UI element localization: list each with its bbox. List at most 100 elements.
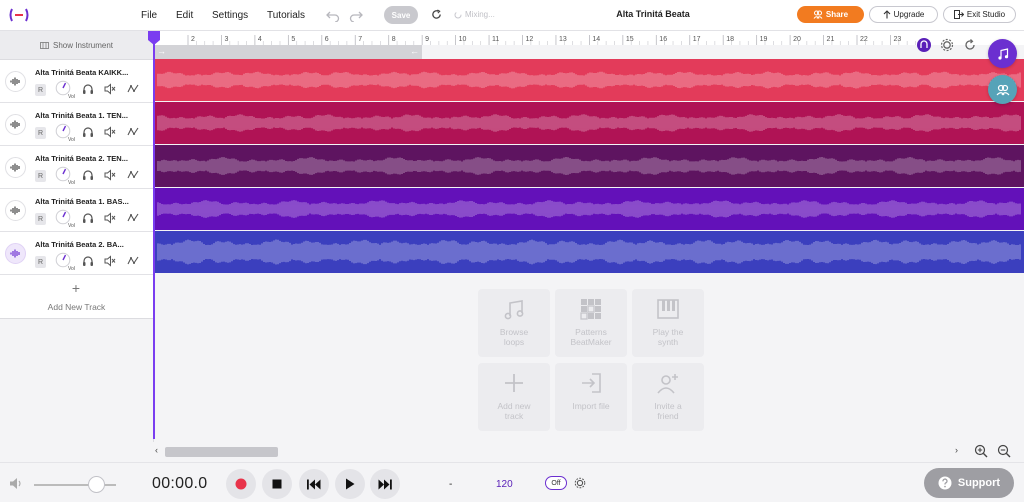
track-header[interactable]: Alta Trinitá Beata KAIKK... R Vol: [0, 60, 153, 103]
zoom-in-icon[interactable]: [974, 444, 988, 458]
loop-icon[interactable]: [963, 38, 977, 52]
autopitch-icon[interactable]: [917, 38, 931, 52]
menu-tutorials[interactable]: Tutorials: [267, 0, 305, 31]
waveform: [157, 200, 1021, 218]
timeline-ruler[interactable]: 2 3 4 5 6 7 8 9 10 11 12 13 14 15 16 17 18 19 20 21 22 23: [154, 31, 1024, 45]
play-button[interactable]: [335, 469, 365, 499]
playhead[interactable]: [153, 31, 155, 439]
mute-icon[interactable]: [104, 126, 116, 138]
track-header[interactable]: Alta Trinitá Beata 2. BA... R Vol: [0, 232, 153, 275]
spinner-icon: [454, 11, 462, 18]
playhead-handle[interactable]: [148, 31, 160, 45]
save-button[interactable]: Save: [384, 6, 418, 24]
invite-user-icon: [657, 374, 678, 394]
record-arm-button[interactable]: R: [35, 127, 46, 139]
fast-forward-button[interactable]: [370, 469, 400, 499]
speaker-icon[interactable]: [9, 477, 23, 490]
empty-action-card[interactable]: Import file: [555, 363, 627, 431]
ruler-label: 2: [191, 36, 195, 43]
support-button[interactable]: Support: [924, 468, 1014, 498]
bandlab-logo-icon[interactable]: [8, 7, 30, 23]
collaborators-fab[interactable]: [988, 75, 1017, 104]
bpm-display[interactable]: 120: [496, 479, 513, 490]
record-arm-button[interactable]: R: [35, 256, 46, 268]
refresh-icon[interactable]: [431, 9, 442, 20]
track-name[interactable]: Alta Trinitá Beata 2. BA...: [35, 240, 151, 249]
key-display[interactable]: -: [449, 479, 452, 490]
scroll-right-icon[interactable]: ›: [955, 445, 958, 455]
metronome-toggle[interactable]: Off: [545, 476, 567, 490]
track-header[interactable]: Alta Trinitá Beata 2. TEN... R Vol: [0, 146, 153, 189]
redo-icon[interactable]: [349, 8, 363, 22]
waveform-track-icon[interactable]: [5, 71, 26, 92]
track-name[interactable]: Alta Trinitá Beata 1. BAS...: [35, 197, 151, 206]
track-name[interactable]: Alta Trinitá Beata 1. TEN...: [35, 111, 151, 120]
track-lanes[interactable]: [154, 59, 1024, 275]
add-new-track-button[interactable]: + Add New Track: [0, 275, 153, 319]
stop-button[interactable]: [262, 469, 292, 499]
loop-end-arrow-icon[interactable]: ←: [410, 46, 419, 56]
headphones-icon[interactable]: [82, 255, 94, 267]
metronome-settings-icon[interactable]: [574, 477, 586, 489]
track-name[interactable]: Alta Trinitá Beata 2. TEN...: [35, 154, 151, 163]
waveform-track-icon[interactable]: [5, 157, 26, 178]
gear-icon[interactable]: [940, 38, 954, 52]
automation-icon[interactable]: [127, 83, 139, 95]
record-button[interactable]: [226, 469, 256, 499]
automation-icon[interactable]: [127, 169, 139, 181]
menu-settings[interactable]: Settings: [212, 0, 248, 31]
share-button[interactable]: Share: [797, 6, 864, 23]
waveform-track-icon[interactable]: [5, 243, 26, 264]
track-header[interactable]: Alta Trinitá Beata 1. TEN... R Vol: [0, 103, 153, 146]
mute-icon[interactable]: [104, 255, 116, 267]
track-name[interactable]: Alta Trinitá Beata KAIKK...: [35, 68, 151, 77]
record-arm-button[interactable]: R: [35, 170, 46, 182]
exit-icon: [953, 10, 964, 19]
automation-icon[interactable]: [127, 255, 139, 267]
track-header[interactable]: Alta Trinitá Beata 1. BAS... R Vol: [0, 189, 153, 232]
headphones-icon[interactable]: [82, 169, 94, 181]
browse-sounds-fab[interactable]: [988, 39, 1017, 68]
master-volume-thumb[interactable]: [87, 476, 105, 493]
upgrade-button[interactable]: Upgrade: [869, 6, 938, 23]
undo-icon[interactable]: [326, 8, 340, 22]
loop-start-arrow-icon[interactable]: →: [157, 46, 166, 56]
loop-region[interactable]: → ←: [154, 45, 422, 59]
transport-bar: 00:00.0 - 120 Off Support: [0, 462, 1024, 502]
record-arm-button[interactable]: R: [35, 213, 46, 225]
empty-action-card[interactable]: Browse loops: [478, 289, 550, 357]
headphones-icon[interactable]: [82, 83, 94, 95]
record-arm-button[interactable]: R: [35, 84, 46, 96]
empty-action-card[interactable]: Play the synth: [632, 289, 704, 357]
menu-file[interactable]: File: [141, 0, 157, 31]
audio-clip[interactable]: [154, 145, 1024, 187]
menu-edit[interactable]: Edit: [176, 0, 193, 31]
automation-icon[interactable]: [127, 126, 139, 138]
empty-action-card[interactable]: Add new track: [478, 363, 550, 431]
mute-icon[interactable]: [104, 212, 116, 224]
horizontal-scrollbar[interactable]: ‹ ›: [154, 445, 958, 457]
mute-icon[interactable]: [104, 169, 116, 181]
audio-clip[interactable]: [154, 188, 1024, 230]
zoom-out-icon[interactable]: [997, 444, 1011, 458]
scroll-left-icon[interactable]: ‹: [155, 445, 158, 455]
headphones-icon[interactable]: [82, 126, 94, 138]
waveform-track-icon[interactable]: [5, 114, 26, 135]
empty-action-card[interactable]: Invite a friend: [632, 363, 704, 431]
headphones-icon[interactable]: [82, 212, 94, 224]
ruler-label: 21: [827, 36, 835, 43]
mute-icon[interactable]: [104, 83, 116, 95]
rewind-button[interactable]: [299, 469, 329, 499]
audio-clip[interactable]: [154, 231, 1024, 273]
audio-clip[interactable]: [154, 102, 1024, 144]
empty-action-card[interactable]: Patterns BeatMaker: [555, 289, 627, 357]
scroll-thumb[interactable]: [165, 447, 278, 457]
show-instrument-label: Show Instrument: [52, 40, 114, 50]
waveform-track-icon[interactable]: [5, 200, 26, 221]
plus-icon: [505, 374, 523, 392]
audio-clip[interactable]: [154, 59, 1024, 101]
show-instrument-button[interactable]: Show Instrument: [0, 31, 153, 60]
automation-icon[interactable]: [127, 212, 139, 224]
project-title[interactable]: Alta Trinitá Beata: [590, 9, 716, 19]
exit-studio-button[interactable]: Exit Studio: [943, 6, 1016, 23]
